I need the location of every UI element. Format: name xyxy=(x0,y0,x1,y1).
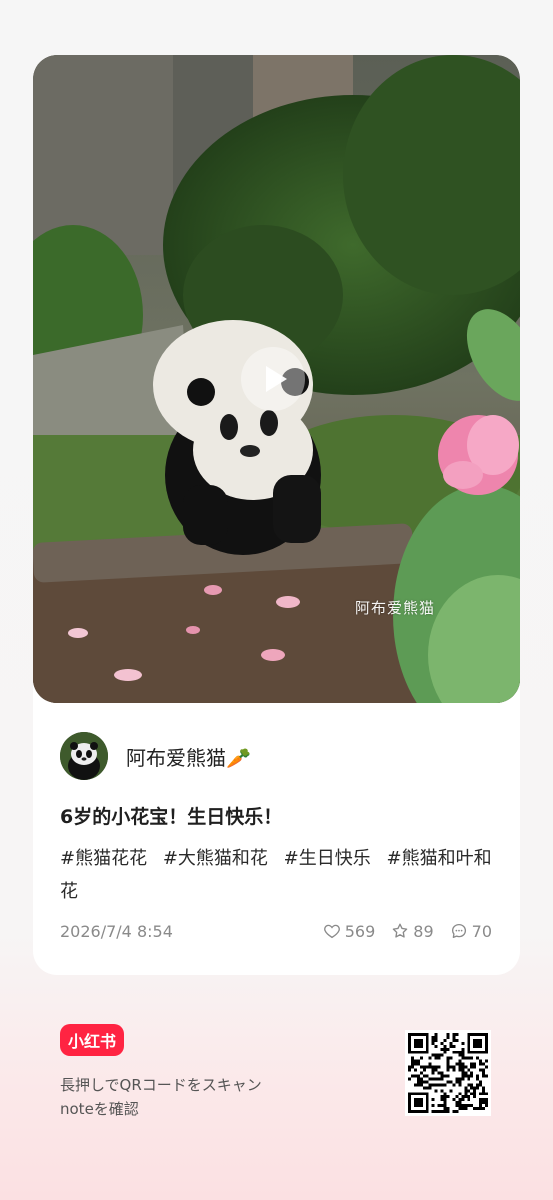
heart-icon xyxy=(323,924,340,939)
qr-code[interactable] xyxy=(405,1030,491,1116)
scan-instructions: 長押しでQRコードをスキャン noteを確認 xyxy=(60,1073,320,1121)
post-title: 6岁的小花宝！生日快乐！ xyxy=(60,806,283,828)
comment-count: 70 xyxy=(471,921,492,941)
avatar-panda-image xyxy=(60,732,108,780)
comment-icon xyxy=(451,923,466,939)
avatar[interactable] xyxy=(60,732,108,780)
collect-button[interactable]: 89 xyxy=(391,921,434,941)
scan-text-line2: noteを確認 xyxy=(60,1100,139,1118)
hashtag[interactable]: #大熊猫和花 xyxy=(163,848,268,869)
qr-code-image xyxy=(405,1030,491,1116)
star-icon xyxy=(393,923,408,938)
collect-count: 89 xyxy=(413,921,434,941)
like-count: 569 xyxy=(344,921,376,941)
xiaohongshu-logo: 小红书 xyxy=(60,1024,124,1056)
post-date: 2026/7/4 8:54 xyxy=(60,921,173,941)
hashtag[interactable]: #熊猫花花 xyxy=(60,848,147,869)
play-button[interactable] xyxy=(241,347,305,411)
post-video-thumbnail[interactable]: 阿布爱熊猫 xyxy=(33,55,520,703)
photo-watermark: 阿布爱熊猫 xyxy=(355,599,436,617)
author-row[interactable]: 阿布爱熊猫🥕 xyxy=(60,730,251,782)
comment-button[interactable]: 70 xyxy=(450,922,492,941)
hashtag[interactable]: #生日快乐 xyxy=(284,848,371,869)
like-button[interactable]: 569 xyxy=(323,921,376,941)
author-name[interactable]: 阿布爱熊猫🥕 xyxy=(126,742,251,771)
play-icon xyxy=(265,366,287,392)
post-card: 阿布爱熊猫 阿布爱熊猫🥕 6岁的小花宝！生日快乐！ #熊猫花花 #大熊猫和花 #… xyxy=(33,55,520,975)
scan-text-line1: 長押しでQRコードをスキャン xyxy=(60,1076,262,1094)
hashtag-list: #熊猫花花 #大熊猫和花 #生日快乐 #熊猫和叶和花 xyxy=(60,842,500,908)
post-meta-row: 2026/7/4 8:54 569 89 70 xyxy=(60,919,492,943)
